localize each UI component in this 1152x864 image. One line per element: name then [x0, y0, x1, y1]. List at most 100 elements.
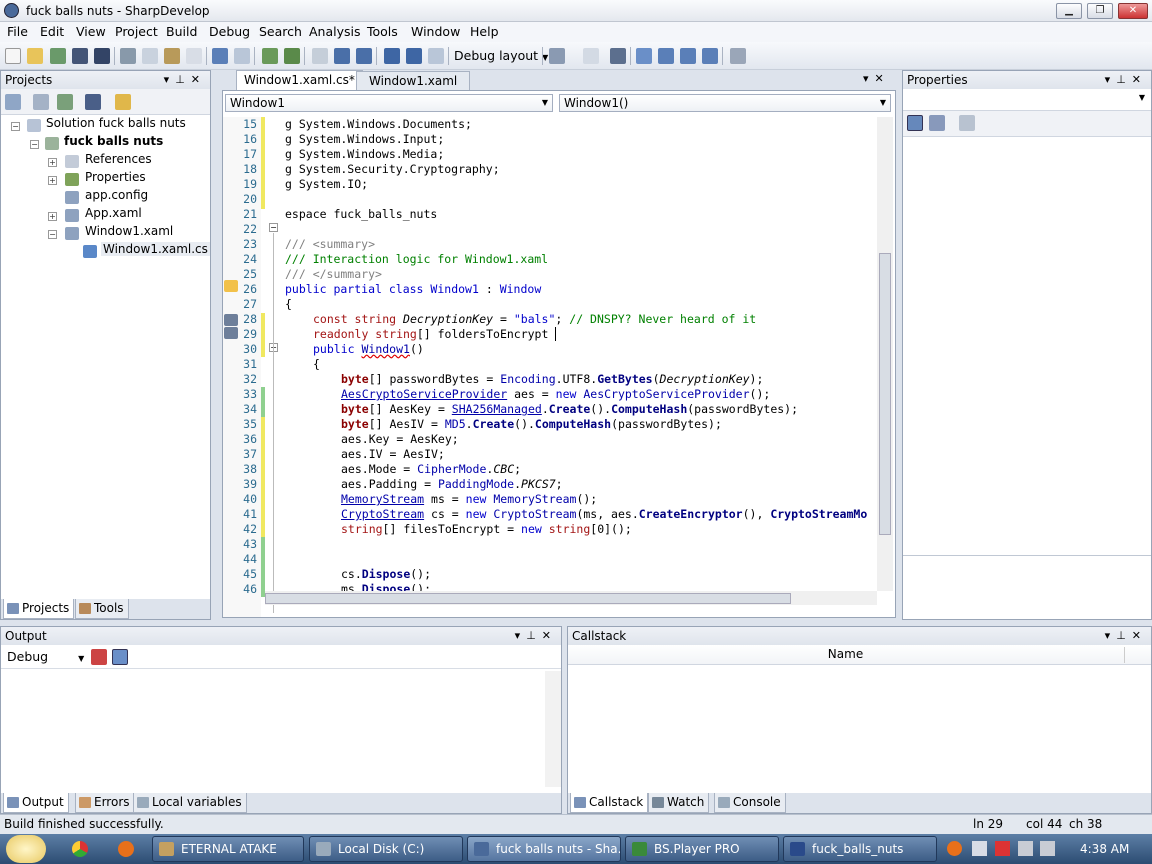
stop-icon[interactable] [356, 48, 372, 64]
menu-search[interactable]: Search [259, 24, 302, 39]
build-all-icon[interactable] [284, 48, 300, 64]
close-button[interactable]: ✕ [1118, 3, 1148, 19]
bookmark-next-icon[interactable] [583, 48, 599, 64]
scroll-thumb[interactable] [879, 253, 891, 535]
callstack-column-header[interactable]: Name [568, 645, 1151, 665]
horizontal-scrollbar[interactable] [265, 591, 877, 605]
tree-properties[interactable]: Properties [85, 170, 146, 184]
properties-icon[interactable] [85, 94, 101, 110]
tab-window1-xaml[interactable]: Window1.xaml [356, 71, 471, 90]
clock[interactable]: 4:38 AM [1080, 842, 1129, 856]
step-into-icon[interactable] [406, 48, 422, 64]
expand-toggle[interactable]: + [48, 158, 57, 167]
tray-app-icon[interactable] [972, 841, 987, 856]
task-bsplayer[interactable]: BS.Player PRO [625, 836, 779, 862]
save-all-icon[interactable] [94, 48, 110, 64]
cut-icon[interactable] [120, 48, 136, 64]
replace-icon[interactable] [680, 48, 696, 64]
save-icon[interactable] [72, 48, 88, 64]
member-combo[interactable]: Window1() ▼ [559, 94, 891, 112]
task-local-disk[interactable]: Local Disk (C:) [309, 836, 463, 862]
open-folder-icon[interactable] [115, 94, 131, 110]
task-sharpdevelop[interactable]: fuck balls nuts - Sha... [467, 836, 621, 862]
tree-project[interactable]: fuck balls nuts [64, 134, 163, 148]
menu-view[interactable]: View [76, 24, 106, 39]
panel-buttons[interactable]: ▾⊥✕ [1105, 71, 1147, 89]
network-icon[interactable] [995, 841, 1010, 856]
search-icon[interactable] [730, 48, 746, 64]
tab-local-variables[interactable]: Local variables [133, 793, 247, 813]
chrome-icon[interactable] [72, 841, 88, 857]
find-icon[interactable] [658, 48, 674, 64]
redo-icon[interactable] [234, 48, 250, 64]
vertical-scrollbar[interactable] [877, 117, 893, 591]
tab-callstack[interactable]: Callstack [570, 793, 649, 813]
tree-app-config[interactable]: app.config [85, 188, 148, 202]
firefox-icon[interactable] [118, 841, 134, 857]
tree-references[interactable]: References [85, 152, 152, 166]
volume-icon[interactable] [1018, 841, 1033, 856]
find-in-files-icon[interactable] [702, 48, 718, 64]
tab-watch[interactable]: Watch [648, 793, 710, 813]
panel-buttons[interactable]: ▾⊥✕ [515, 627, 557, 645]
build-icon[interactable] [262, 48, 278, 64]
new-file-icon[interactable] [5, 48, 21, 64]
tab-window1-cs[interactable]: Window1.xaml.cs* [236, 70, 363, 90]
editor-panel-buttons[interactable]: ▾✕ [863, 72, 890, 85]
name-column-header[interactable]: Name [568, 647, 1123, 661]
expand-toggle[interactable]: + [48, 176, 57, 185]
collapse-toggle[interactable]: − [11, 122, 20, 131]
tree-window1-cs[interactable]: Window1.xaml.cs [101, 242, 210, 256]
indent-icon[interactable] [610, 48, 626, 64]
pause-icon[interactable] [334, 48, 350, 64]
categorized-icon[interactable] [907, 115, 923, 131]
step-out-icon[interactable] [428, 48, 444, 64]
open-project-icon[interactable] [50, 48, 66, 64]
tray-search-icon[interactable] [947, 841, 962, 856]
fold-toggle[interactable]: − [269, 223, 278, 232]
menu-build[interactable]: Build [166, 24, 197, 39]
menu-project[interactable]: Project [115, 24, 158, 39]
menu-edit[interactable]: Edit [40, 24, 64, 39]
output-category-combo[interactable]: Debug ▼ [7, 649, 84, 664]
start-button[interactable] [6, 835, 46, 863]
open-folder-icon[interactable] [27, 48, 43, 64]
tree-window1-xaml[interactable]: Window1.xaml [85, 224, 173, 238]
delete-icon[interactable] [186, 48, 202, 64]
paste-icon[interactable] [164, 48, 180, 64]
run-icon[interactable] [312, 48, 328, 64]
menu-tools[interactable]: Tools [367, 24, 398, 39]
tree-solution[interactable]: Solution fuck balls nuts [46, 116, 186, 130]
clear-output-icon[interactable] [91, 649, 107, 665]
tab-errors[interactable]: Errors [75, 793, 135, 813]
refresh-icon[interactable] [57, 94, 73, 110]
collapse-icon[interactable] [5, 94, 21, 110]
bookmark-icon[interactable] [549, 48, 565, 64]
menu-analysis[interactable]: Analysis [309, 24, 361, 39]
class-combo[interactable]: Window1 ▼ [225, 94, 553, 112]
object-combo[interactable]: ▼ [903, 89, 1151, 111]
collapse-toggle[interactable]: − [48, 230, 57, 239]
panel-buttons[interactable]: ▾⊥✕ [164, 71, 206, 89]
minimize-button[interactable]: ▁ [1056, 3, 1082, 19]
tab-output[interactable]: Output [3, 793, 69, 813]
menu-help[interactable]: Help [470, 24, 499, 39]
expand-toggle[interactable]: + [48, 212, 57, 221]
panel-buttons[interactable]: ▾⊥✕ [1105, 627, 1147, 645]
property-pages-icon[interactable] [959, 115, 975, 131]
tab-tools[interactable]: Tools [75, 599, 129, 619]
menu-file[interactable]: File [7, 24, 28, 39]
debug-layout-combo[interactable]: Debug layout ▼ [454, 48, 548, 63]
menu-window[interactable]: Window [411, 24, 460, 39]
show-all-icon[interactable] [33, 94, 49, 110]
tab-console[interactable]: Console [714, 793, 786, 813]
undo-icon[interactable] [212, 48, 228, 64]
code-area[interactable]: 15 16 17 18 19 20 21 22 23 24 25 26 27 28 29 30 31 32 33 34… [223, 117, 895, 617]
tab-projects[interactable]: Projects [3, 599, 75, 619]
tree-app-xaml[interactable]: App.xaml [85, 206, 142, 220]
alphabetical-icon[interactable] [929, 115, 945, 131]
maximize-button[interactable]: ❐ [1087, 3, 1113, 19]
word-wrap-icon[interactable] [112, 649, 128, 665]
power-icon[interactable] [1040, 841, 1055, 856]
task-eternal-atake[interactable]: ETERNAL ATAKE [152, 836, 304, 862]
